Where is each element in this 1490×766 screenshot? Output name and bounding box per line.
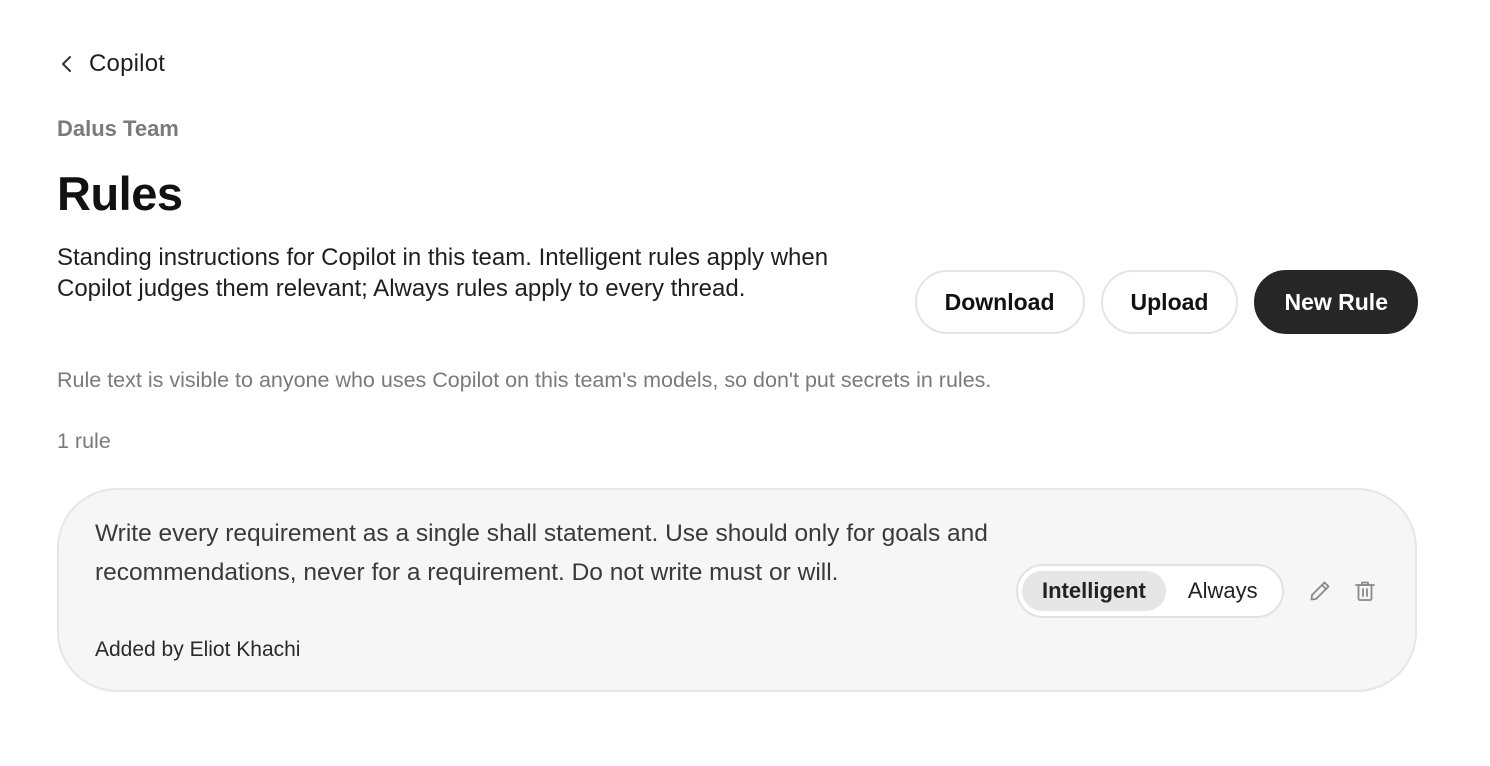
trash-icon[interactable] [1350, 576, 1380, 606]
rule-author: Added by Eliot Khachi [95, 638, 301, 661]
rule-text: Write every requirement as a single shal… [95, 520, 988, 586]
back-to-copilot-link[interactable]: Copilot [57, 50, 165, 78]
rule-mode-toggle: Intelligent Always [1016, 564, 1284, 618]
back-link-label: Copilot [89, 50, 166, 77]
upload-button[interactable]: Upload [1100, 270, 1239, 334]
page-title: Rules [57, 167, 183, 220]
download-button[interactable]: Download [914, 270, 1085, 334]
new-rule-button[interactable]: New Rule [1254, 270, 1418, 334]
mode-option-intelligent[interactable]: Intelligent [1022, 571, 1166, 611]
rule-actions: Download Upload New Rule [914, 270, 1418, 334]
rule-card: Write every requirement as a single shal… [57, 488, 1417, 692]
mode-option-always[interactable]: Always [1168, 571, 1278, 611]
pencil-icon[interactable] [1305, 576, 1335, 606]
page-description: Standing instructions for Copilot in thi… [57, 244, 829, 302]
visibility-notice: Rule text is visible to anyone who uses … [57, 368, 992, 392]
rule-count: 1 rule [57, 429, 111, 453]
team-name: Dalus Team [57, 116, 179, 141]
chevron-left-icon [57, 54, 77, 74]
